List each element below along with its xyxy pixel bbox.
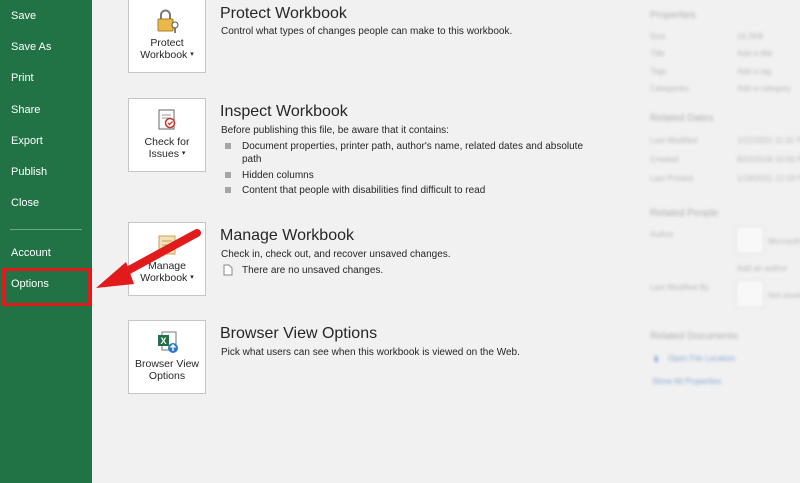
- excel-browser-icon: X: [158, 331, 178, 353]
- manage-workbook-icon: [158, 235, 176, 255]
- folder-icon: ▮: [654, 354, 659, 363]
- show-all-properties-link[interactable]: Show All Properties: [652, 377, 721, 386]
- protect-workbook-button[interactable]: Protect Workbook ▾: [128, 0, 206, 73]
- property-label: Title: [650, 49, 665, 58]
- protect-desc: Control what types of changes people can…: [221, 26, 513, 37]
- properties-panel: Properties Size 16.2KB Title Add a title…: [640, 0, 800, 483]
- inspect-title: Inspect Workbook: [220, 103, 348, 120]
- property-value[interactable]: Add a tag: [737, 67, 771, 76]
- nav-print[interactable]: Print: [0, 65, 92, 91]
- nav-save-as[interactable]: Save As: [0, 34, 92, 60]
- manage-title: Manage Workbook: [220, 227, 354, 244]
- browser-view-options-button[interactable]: X Browser View Options: [128, 320, 206, 394]
- property-value[interactable]: Add a category: [737, 84, 791, 93]
- browser-title: Browser View Options: [220, 325, 378, 342]
- nav-save[interactable]: Save: [0, 3, 92, 29]
- manage-button-line2: Workbook: [140, 272, 188, 284]
- modifier-avatar: [736, 280, 764, 308]
- add-author-link[interactable]: Add an author: [737, 264, 787, 273]
- inspect-button-line1: Check for: [144, 136, 190, 148]
- property-value: 16.2KB: [737, 32, 764, 41]
- inspect-button-line2: Issues: [148, 148, 179, 160]
- browser-button-line2: Options: [148, 370, 186, 382]
- property-label: Categories: [650, 84, 689, 93]
- author-avatar: [736, 226, 764, 254]
- nav-divider: [10, 229, 82, 230]
- protect-button-line1: Protect: [150, 37, 184, 49]
- author-label: Author: [650, 230, 674, 239]
- chevron-down-icon: ▾: [181, 150, 186, 158]
- manage-note: There are no unsaved changes.: [242, 265, 384, 276]
- svg-text:X: X: [161, 336, 167, 346]
- document-icon: [223, 264, 233, 276]
- property-value[interactable]: Add a title: [737, 49, 773, 58]
- manage-workbook-button[interactable]: Manage Workbook ▾: [128, 222, 206, 296]
- property-label: Tags: [650, 67, 667, 76]
- modifier-name: Not saved yet: [768, 291, 800, 300]
- nav-close[interactable]: Close: [0, 190, 92, 216]
- date-value: 1/18/2021 12:18 PM: [737, 174, 800, 183]
- protect-title: Protect Workbook: [220, 5, 347, 22]
- properties-heading[interactable]: Properties: [650, 10, 696, 21]
- inspect-bullet-text: Content that people with disabilities fi…: [242, 185, 486, 196]
- options-highlight-box: [2, 268, 91, 306]
- inspect-document-icon: [158, 109, 176, 130]
- related-documents-heading: Related Documents: [650, 331, 738, 342]
- related-dates-heading: Related Dates: [650, 113, 714, 124]
- chevron-down-icon: ▾: [190, 274, 194, 282]
- manage-button-line1: Manage: [148, 260, 186, 272]
- nav-publish[interactable]: Publish: [0, 159, 92, 185]
- date-label: Created: [650, 155, 679, 164]
- info-main: Protect Workbook ▾ Protect Workbook Cont…: [92, 0, 632, 483]
- browser-desc: Pick what users can see when this workbo…: [221, 347, 520, 358]
- nav-account[interactable]: Account: [0, 240, 92, 266]
- chevron-down-icon: ▾: [190, 51, 194, 59]
- bullet-square-icon: [225, 187, 231, 193]
- bullet-square-icon: [225, 172, 231, 178]
- inspect-bullet-text: Document properties, printer path, autho…: [242, 141, 584, 165]
- date-label: Last Modified: [650, 136, 698, 145]
- open-file-location-link[interactable]: Open File Location: [668, 354, 735, 363]
- backstage-sidebar: Save Save As Print Share Export Publish …: [0, 0, 92, 483]
- browser-button-line1: Browser View: [135, 358, 199, 370]
- inspect-bullet-text: Hidden columns: [242, 170, 314, 181]
- inspect-desc: Before publishing this file, be aware th…: [221, 125, 449, 136]
- manage-desc: Check in, check out, and recover unsaved…: [221, 249, 451, 260]
- lock-key-icon: [157, 9, 179, 33]
- related-people-heading: Related People: [650, 208, 719, 219]
- nav-export[interactable]: Export: [0, 128, 92, 154]
- check-for-issues-button[interactable]: Check for Issues ▾: [128, 98, 206, 172]
- protect-button-line2: Workbook: [140, 49, 188, 61]
- author-name: Microsoft: [768, 237, 800, 246]
- date-value: 8/23/2018 10:56 PM: [737, 155, 800, 164]
- last-modified-by-label: Last Modified By: [650, 283, 710, 292]
- property-label: Size: [650, 32, 666, 41]
- date-label: Last Printed: [650, 174, 693, 183]
- bullet-square-icon: [225, 143, 231, 149]
- date-value: 1/22/2021 11:31 PM: [737, 136, 800, 145]
- nav-share[interactable]: Share: [0, 97, 92, 123]
